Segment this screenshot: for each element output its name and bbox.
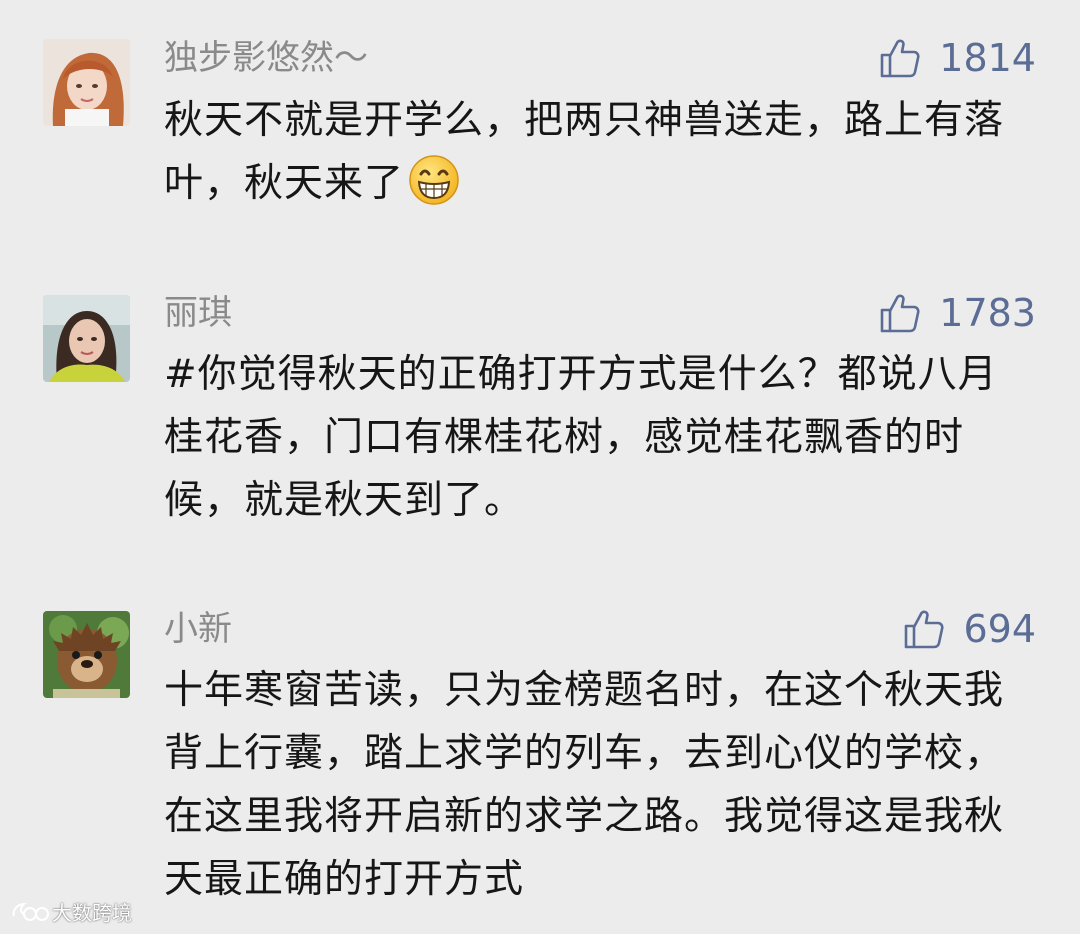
comment-list: 独步影悠然～ 1814 秋天不就是开学么，把两只神兽送走，路上有落叶，秋天来了 — [0, 0, 1080, 934]
comment-username[interactable]: 独步影悠然～ — [164, 38, 368, 78]
avatar[interactable] — [43, 39, 130, 126]
like-button[interactable]: 694 — [903, 609, 1036, 649]
avatar[interactable] — [43, 295, 130, 382]
grinning-face-emoji — [409, 155, 459, 205]
thumbs-up-icon — [880, 294, 920, 333]
thumbs-up-icon — [880, 39, 920, 78]
like-button[interactable]: 1814 — [879, 38, 1036, 78]
watermark: 大数跨境 — [10, 897, 132, 926]
like-count: 1783 — [939, 291, 1036, 335]
comment-text: #你觉得秋天的正确打开方式是什么？都说八月桂花香，门口有棵桂花树，感觉桂花飘香的… — [164, 352, 998, 523]
comment-text: 秋天不就是开学么，把两只神兽送走，路上有落叶，秋天来了 — [164, 89, 1034, 215]
comment-username[interactable]: 丽琪 — [164, 293, 232, 333]
weibo-logo-icon — [12, 902, 49, 921]
avatar[interactable] — [43, 611, 130, 698]
thumbs-up-icon — [905, 610, 945, 649]
like-count: 694 — [963, 607, 1036, 651]
like-button[interactable]: 1783 — [879, 293, 1036, 333]
like-count: 1814 — [939, 36, 1036, 80]
comment-username[interactable]: 小新 — [164, 609, 232, 649]
watermark-text: 大数跨境 — [52, 901, 132, 925]
comment-text-content: 秋天不就是开学么，把两只神兽送走，路上有落叶，秋天来了 — [164, 98, 1005, 206]
comment-text: 十年寒窗苦读，只为金榜题名时，在这个秋天我背上行囊，踏上求学的列车，去到心仪的学… — [164, 668, 1005, 902]
